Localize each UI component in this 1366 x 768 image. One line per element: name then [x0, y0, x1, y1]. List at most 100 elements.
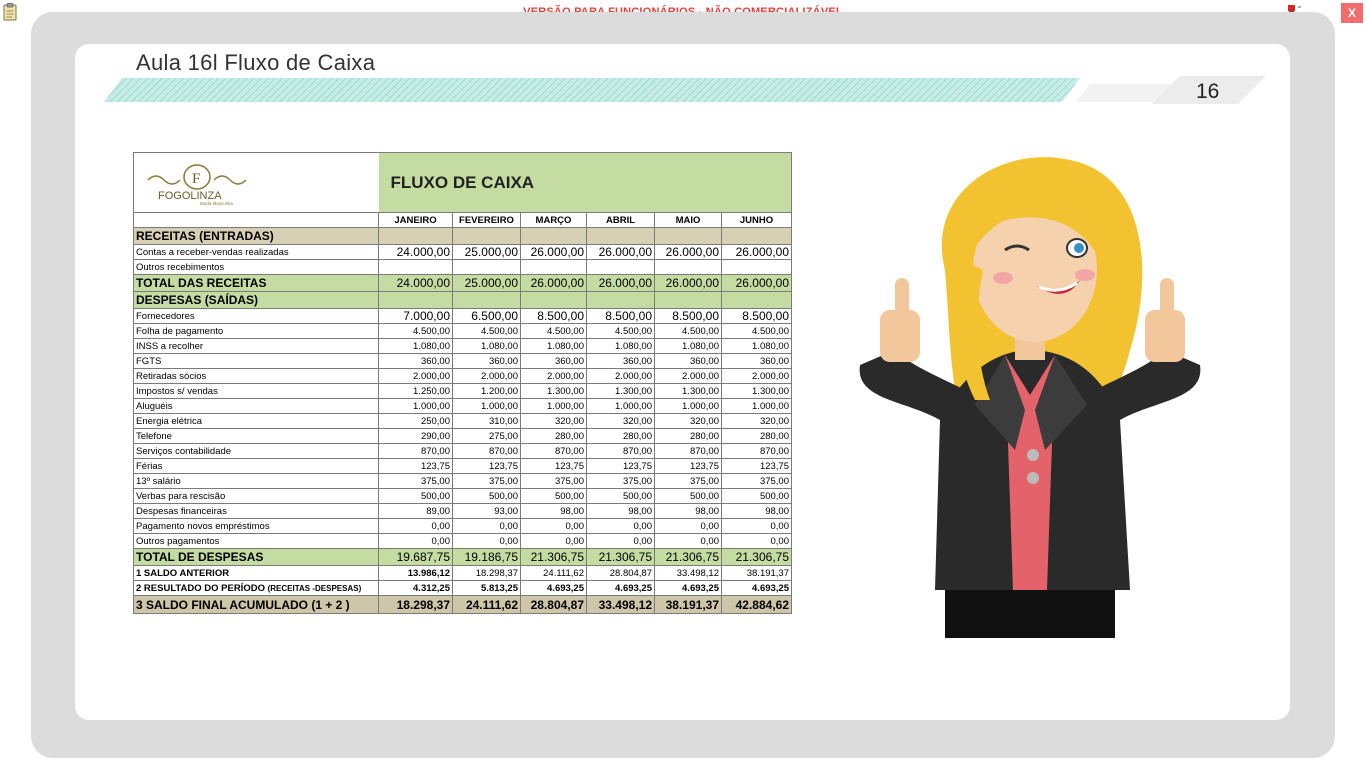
value-cell: 1.080,00 — [520, 338, 587, 354]
value-cell: 4.693,25 — [654, 580, 722, 596]
value-cell: 123,75 — [654, 458, 722, 474]
value-cell: 38.191,37 — [721, 565, 792, 581]
value-cell: 280,00 — [654, 428, 722, 444]
value-cell: 18.298,37 — [452, 565, 521, 581]
row-label: INSS a recolher — [133, 338, 379, 354]
value-cell: 4.312,25 — [378, 580, 453, 596]
row-label: Fornecedores — [133, 308, 379, 324]
value-cell: 280,00 — [520, 428, 587, 444]
table-row: INSS a recolher 1.080,00 1.080,00 1.080,00 1… — [133, 338, 792, 354]
value-cell: 26.000,00 — [586, 244, 655, 260]
row-label: Pagamento novos empréstimos — [133, 518, 379, 534]
row-label: Energia elétrica — [133, 413, 379, 429]
value-cell: 1.000,00 — [378, 398, 453, 414]
value-cell: 19.186,75 — [452, 548, 521, 566]
value-cell: 28.804,87 — [586, 565, 655, 581]
value-cell: 375,00 — [586, 473, 655, 489]
value-cell: 1.080,00 — [378, 338, 453, 354]
value-cell: 24.000,00 — [378, 274, 453, 292]
row-label: TOTAL DAS RECEITAS — [133, 274, 379, 292]
value-cell: 8.500,00 — [721, 308, 792, 324]
value-cell: 19.687,75 — [378, 548, 453, 566]
column-header: MAIO — [654, 212, 722, 228]
value-cell: 5.813,25 — [452, 580, 521, 596]
value-cell: 26.000,00 — [721, 244, 792, 260]
value-cell: 500,00 — [654, 488, 722, 504]
value-cell — [654, 259, 722, 275]
value-cell: 0,00 — [452, 533, 521, 549]
value-cell: 2.000,00 — [721, 368, 792, 384]
company-logo: F FOGOLINZA Moda Masculina — [133, 152, 379, 213]
row-label: FGTS — [133, 353, 379, 369]
value-cell: 360,00 — [520, 353, 587, 369]
value-cell: 33.498,12 — [586, 595, 655, 614]
row-label: Outros pagamentos — [133, 533, 379, 549]
table-row: FGTS 360,00 360,00 360,00 360,00 360,00 360,00 — [133, 353, 792, 369]
row-label: Telefone — [133, 428, 379, 444]
value-cell: 42.884,62 — [721, 595, 792, 614]
businesswoman-thumbs-up-illustration — [859, 157, 1201, 638]
value-cell: 4.500,00 — [452, 323, 521, 339]
value-cell: 280,00 — [721, 428, 792, 444]
value-cell: 7.000,00 — [378, 308, 453, 324]
resultado-periodo-row: 2 RESULTADO DO PERÍODO (RECEITAS -DESPES… — [133, 580, 792, 596]
value-cell: 0,00 — [721, 518, 792, 534]
row-label: Aluguéis — [133, 398, 379, 414]
value-cell: 1.000,00 — [721, 398, 792, 414]
value-cell: 38.191,37 — [654, 595, 722, 614]
row-label: Férias — [133, 458, 379, 474]
value-cell: 25.000,00 — [452, 244, 521, 260]
table-row: Pagamento novos empréstimos 0,00 0,00 0,00 0… — [133, 518, 792, 534]
value-cell: 1.300,00 — [586, 383, 655, 399]
value-cell: 2.000,00 — [520, 368, 587, 384]
row-label: 3 SALDO FINAL ACUMULADO (1 + 2 ) — [133, 595, 379, 614]
value-cell: 26.000,00 — [721, 274, 792, 292]
value-cell: 1.000,00 — [586, 398, 655, 414]
table-row: Outros pagamentos 0,00 0,00 0,00 0,00 0,00 0,0… — [133, 533, 792, 549]
cash-flow-spreadsheet: F FOGOLINZA Moda Masculina FLUXO DE CAIX… — [133, 152, 792, 634]
value-cell — [452, 259, 521, 275]
value-cell: 360,00 — [452, 353, 521, 369]
value-cell: 320,00 — [520, 413, 587, 429]
value-cell: 26.000,00 — [654, 274, 722, 292]
table-row: Outros recebimentos — [133, 259, 792, 275]
value-cell: 6.500,00 — [452, 308, 521, 324]
value-cell: 21.306,75 — [721, 548, 792, 566]
value-cell: 1.250,00 — [378, 383, 453, 399]
value-cell: 1.080,00 — [586, 338, 655, 354]
svg-text:F: F — [192, 171, 200, 187]
row-label: 13º salário — [133, 473, 379, 489]
table-row: Energia elétrica 250,00 310,00 320,00 320,00… — [133, 413, 792, 429]
value-cell: 1.080,00 — [654, 338, 722, 354]
value-cell: 1.080,00 — [452, 338, 521, 354]
value-cell: 1.000,00 — [520, 398, 587, 414]
value-cell: 870,00 — [654, 443, 722, 459]
row-label: Serviços contabilidade — [133, 443, 379, 459]
page-number: 16 — [1196, 80, 1220, 103]
value-cell: 500,00 — [586, 488, 655, 504]
value-cell: 123,75 — [586, 458, 655, 474]
row-label: Folha de pagamento — [133, 323, 379, 339]
value-cell — [721, 259, 792, 275]
column-header: JANEIRO — [378, 212, 453, 228]
value-cell: 123,75 — [721, 458, 792, 474]
value-cell: 375,00 — [654, 473, 722, 489]
value-cell: 8.500,00 — [654, 308, 722, 324]
value-cell: 24.111,62 — [520, 565, 587, 581]
column-header: MARÇO — [520, 212, 587, 228]
table-row: Telefone 290,00 275,00 280,00 280,00 280,00 28… — [133, 428, 792, 444]
value-cell: 320,00 — [654, 413, 722, 429]
value-cell: 0,00 — [586, 533, 655, 549]
value-cell: 375,00 — [452, 473, 521, 489]
value-cell: 98,00 — [520, 503, 587, 519]
fogolinza-logo-icon: F FOGOLINZA Moda Masculina — [147, 163, 247, 206]
sheet-title: FLUXO DE CAIXA — [390, 172, 535, 192]
value-cell: 4.693,25 — [586, 580, 655, 596]
value-cell: 93,00 — [452, 503, 521, 519]
value-cell: 320,00 — [721, 413, 792, 429]
close-button[interactable]: X — [1341, 3, 1363, 23]
value-cell: 123,75 — [378, 458, 453, 474]
table-row: 13º salário 375,00 375,00 375,00 375,00 375,0… — [133, 473, 792, 489]
value-cell: 2.000,00 — [452, 368, 521, 384]
value-cell: 98,00 — [654, 503, 722, 519]
